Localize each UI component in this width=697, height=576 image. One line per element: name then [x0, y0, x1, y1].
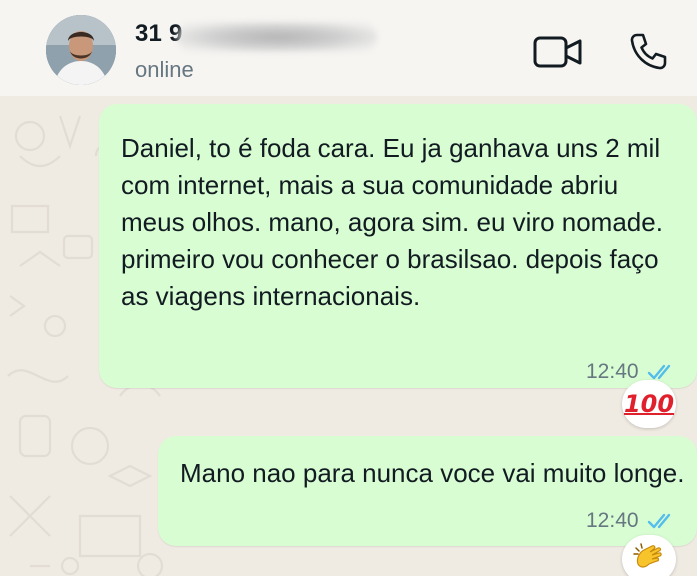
reaction-clapping-hands[interactable] — [622, 535, 676, 576]
double-check-icon — [647, 513, 670, 529]
message-time: 12:40 — [586, 360, 639, 383]
video-call-button[interactable] — [532, 34, 584, 70]
contact-name-area[interactable]: 31 9 — [135, 20, 395, 52]
message-time: 12:40 — [586, 509, 639, 532]
contact-name: 31 9 — [135, 20, 183, 47]
clapping-hands-icon — [633, 543, 662, 568]
chat-header: 31 9 online — [0, 0, 697, 96]
chat-area[interactable]: Daniel, to é foda cara. Eu ja ganhava un… — [0, 96, 697, 576]
message-text: Mano nao para nunca voce vai muito longe… — [180, 458, 685, 488]
message-meta: 12:40 — [586, 360, 679, 384]
outgoing-message[interactable]: Daniel, to é foda cara. Eu ja ganhava un… — [99, 104, 697, 388]
contact-status: online — [135, 57, 194, 82]
voice-call-button[interactable] — [627, 31, 669, 73]
hundred-points-icon: 100 — [623, 390, 675, 418]
message-text: Daniel, to é foda cara. Eu ja ganhava un… — [121, 133, 663, 311]
message-meta: 12:40 — [586, 509, 679, 533]
avatar[interactable] — [46, 15, 116, 85]
video-camera-icon — [533, 36, 582, 68]
avatar-photo — [46, 15, 116, 85]
reaction-hundred-points[interactable]: 100 — [622, 380, 676, 428]
phone-icon — [630, 33, 667, 70]
outgoing-message[interactable]: Mano nao para nunca voce vai muito longe… — [158, 436, 697, 546]
redaction-blur — [177, 22, 377, 52]
double-check-icon — [647, 364, 670, 380]
